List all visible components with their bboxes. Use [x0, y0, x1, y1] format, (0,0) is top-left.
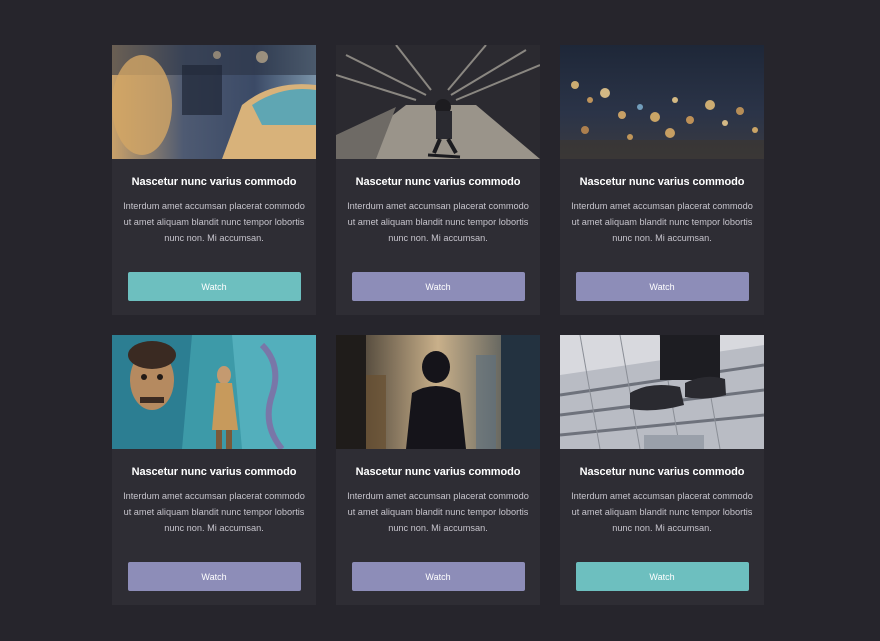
skateboarder-photo[interactable]	[336, 45, 540, 159]
video-card: Nascetur nunc varius commodo Interdum am…	[336, 45, 540, 315]
sneakers-stairs-photo[interactable]	[560, 335, 764, 449]
watch-button[interactable]: Watch	[127, 272, 301, 301]
video-card: Nascetur nunc varius commodo Interdum am…	[336, 335, 540, 605]
bokeh-city-lights-photo[interactable]	[560, 45, 764, 159]
card-description: Interdum amet accumsan placerat commodo …	[123, 201, 305, 243]
card-title: Nascetur nunc varius commodo	[131, 176, 297, 188]
video-card: Nascetur nunc varius commodo Interdum am…	[112, 45, 316, 315]
card-description: Interdum amet accumsan placerat commodo …	[347, 201, 529, 243]
card-title: Nascetur nunc varius commodo	[579, 466, 745, 478]
card-title: Nascetur nunc varius commodo	[355, 466, 521, 478]
watch-button[interactable]: Watch	[351, 562, 525, 591]
card-description: Interdum amet accumsan placerat commodo …	[123, 491, 305, 533]
card-title: Nascetur nunc varius commodo	[131, 466, 297, 478]
silhouette-street-photo[interactable]	[336, 335, 540, 449]
watch-button[interactable]: Watch	[575, 562, 749, 591]
card-title: Nascetur nunc varius commodo	[355, 176, 521, 188]
card-description: Interdum amet accumsan placerat commodo …	[571, 201, 753, 243]
card-description: Interdum amet accumsan placerat commodo …	[347, 491, 529, 533]
video-card: Nascetur nunc varius commodo Interdum am…	[112, 335, 316, 605]
taxi-street-photo[interactable]	[112, 45, 316, 159]
card-description: Interdum amet accumsan placerat commodo …	[571, 491, 753, 533]
watch-button[interactable]: Watch	[351, 272, 525, 301]
card-grid: Nascetur nunc varius commodo Interdum am…	[112, 45, 764, 605]
watch-button[interactable]: Watch	[127, 562, 301, 591]
watch-button[interactable]: Watch	[575, 272, 749, 301]
card-title: Nascetur nunc varius commodo	[579, 176, 745, 188]
video-card: Nascetur nunc varius commodo Interdum am…	[560, 45, 764, 315]
graffiti-wall-photo[interactable]	[112, 335, 316, 449]
video-card: Nascetur nunc varius commodo Interdum am…	[560, 335, 764, 605]
